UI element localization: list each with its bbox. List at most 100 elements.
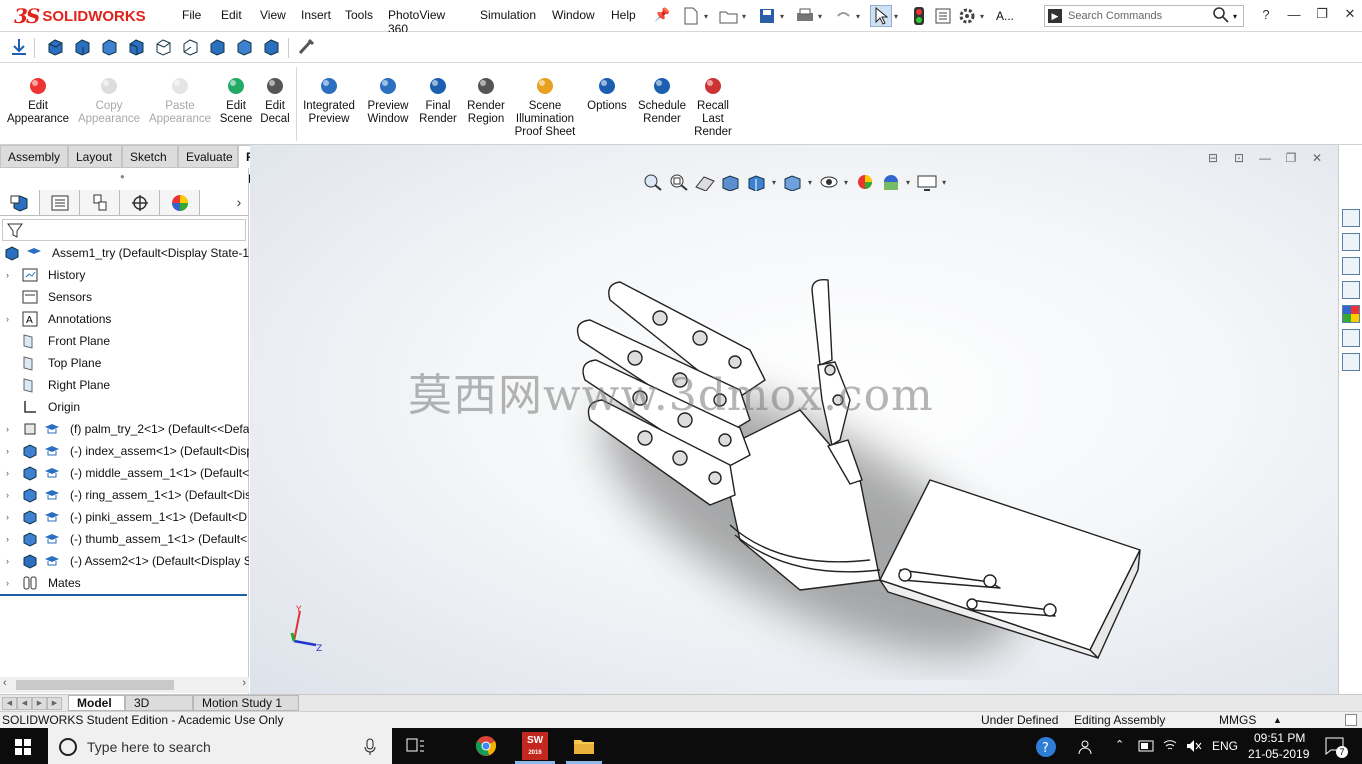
search-icon[interactable] [1213,6,1233,26]
taskbar-search[interactable]: Type here to search [48,728,392,764]
viewport-minimize-icon[interactable]: — [1252,151,1278,165]
zoom-to-area-icon[interactable] [668,173,690,191]
panel-grip-icon[interactable]: ● [120,172,125,181]
print-dropdown-icon[interactable]: ▾ [818,12,826,21]
graphics-area[interactable]: ⊟ ⊡ — ❐ ✕ ▾ ▾ ▾ ▾ ▾ 莫西网www.3dmox.com Y Z [250,145,1338,694]
volume-muted-icon[interactable] [1186,739,1202,753]
language-indicator[interactable]: ENG [1212,739,1238,753]
insert-component-icon[interactable] [10,38,28,56]
apply-scene-dropdown-icon[interactable]: ▾ [906,178,910,187]
scroll-left-icon[interactable]: ‹ [3,677,7,689]
display-style-icon[interactable] [782,173,804,191]
tree-node[interactable]: › (f) palm_try_2<1> (Default<<Defa [0,418,249,440]
edit-appearance-view-icon[interactable] [854,173,876,191]
tree-node[interactable]: › (-) ring_assem_1<1> (Default<Dis [0,484,249,506]
feature-manager-tab-icon[interactable] [0,190,40,215]
cube-view-dimetric-icon[interactable] [262,38,280,56]
display-manager-tab-icon[interactable] [160,190,200,215]
recall-last-render-button[interactable]: Recall Last Render [679,75,747,139]
horizontal-scrollbar[interactable]: ‹ › [0,677,249,693]
menu-simulation[interactable]: Simulation [473,8,543,22]
search-dropdown-icon[interactable]: ▾ [1233,12,1243,21]
tree-node[interactable]: › (-) pinki_assem_1<1> (Default<D [0,506,249,528]
expand-chevron-icon[interactable]: › [6,550,9,572]
view-orientation-dropdown-icon[interactable]: ▾ [772,178,776,187]
cube-view-iso-icon[interactable] [208,38,226,56]
tree-node[interactable]: Top Plane [0,352,249,374]
cube-view-left-icon[interactable] [100,38,118,56]
pin-icon[interactable]: 📌 [654,7,670,23]
zoom-to-fit-icon[interactable] [642,173,664,191]
rollback-bar[interactable] [0,594,247,596]
taskbar-search-input[interactable]: Type here to search [87,739,211,755]
options-gear-icon[interactable] [956,5,978,27]
solidworks-logo[interactable]: 3S SOLIDWORKS [14,4,146,28]
appearances-icon[interactable] [1342,305,1360,323]
people-icon[interactable] [1078,738,1096,756]
options-dropdown-icon[interactable]: ▾ [980,12,988,21]
new-dropdown-icon[interactable]: ▾ [704,12,712,21]
previous-view-icon[interactable] [694,173,716,191]
view-orientation-icon[interactable] [746,173,768,191]
help-taskbar-icon[interactable]: ? [1035,736,1057,758]
tree-node[interactable]: › (-) Assem2<1> (Default<Display State [0,550,249,572]
next-tab-icon[interactable]: ▶ [32,697,47,710]
render-region-button[interactable]: Render Region [452,75,520,126]
file-properties-icon[interactable] [932,5,954,27]
tree-filter[interactable] [2,219,246,241]
rebuild-icon[interactable] [908,5,930,27]
resize-grip-icon[interactable] [1345,714,1357,726]
wifi-icon[interactable] [1162,738,1178,752]
microphone-icon[interactable] [364,738,376,756]
expand-chevron-icon[interactable]: › [6,308,9,330]
hand-assembly-model[interactable] [550,270,1150,680]
expand-chevron-icon[interactable]: › [6,462,9,484]
expand-chevron-icon[interactable]: › [6,418,9,440]
tree-node[interactable]: › Mates [0,572,249,594]
next-doc-icon[interactable]: ⊡ [1226,151,1252,165]
apply-scene-icon[interactable] [880,173,902,191]
menu-edit[interactable]: Edit [214,8,249,22]
tab-layout[interactable]: Layout [68,145,122,168]
menu-insert[interactable]: Insert [294,8,338,22]
scene-illumination-button[interactable]: Scene Illumination Proof Sheet [511,75,579,139]
expand-chevron-icon[interactable]: › [6,484,9,506]
menu-view[interactable]: View [253,8,293,22]
print-icon[interactable] [794,5,816,27]
prev-tab-icon[interactable]: ◀ [17,697,32,710]
tree-node[interactable]: › History [0,264,249,286]
tree-node[interactable]: › A Annotations [0,308,249,330]
cube-view-front-icon[interactable] [46,38,64,56]
menu-file[interactable]: File [175,8,208,22]
clock-date[interactable]: 21-05-2019 [1248,747,1309,761]
measure-icon[interactable] [297,38,315,56]
first-tab-icon[interactable]: ◀ [2,697,17,710]
bottom-tab-model[interactable]: Model [68,695,125,711]
restore-button[interactable]: ❐ [1308,6,1336,22]
edit-appearance-button[interactable]: Edit Appearance [4,75,72,126]
filter-icon[interactable] [6,221,26,241]
show-hidden-icons[interactable]: ⌃ [1115,738,1124,751]
forum-icon[interactable] [1342,353,1360,371]
chevron-right-icon[interactable]: › [229,190,249,215]
section-view-icon[interactable] [720,173,742,191]
battery-icon[interactable] [1138,740,1156,752]
minimize-button[interactable]: — [1280,7,1308,22]
display-style-dropdown-icon[interactable]: ▾ [808,178,812,187]
save-dropdown-icon[interactable]: ▾ [780,12,788,21]
tab-assembly[interactable]: Assembly [0,145,68,168]
tab-sketch[interactable]: Sketch [122,145,178,168]
units-up-icon[interactable]: ▲ [1273,712,1282,728]
file-explorer-icon[interactable] [1342,257,1360,275]
task-view-icon[interactable] [406,738,426,754]
solidworks-taskbar-icon[interactable]: SW 2016 [522,732,548,760]
menu-tools[interactable]: Tools [338,8,380,22]
select-icon[interactable] [870,5,892,27]
cube-view-bottom-icon[interactable] [181,38,199,56]
integrated-preview-button[interactable]: Integrated Preview [295,75,363,126]
viewport-restore-icon[interactable]: ❐ [1278,151,1304,165]
tree-node[interactable]: Sensors [0,286,249,308]
bottom-tab-motion-study-1[interactable]: Motion Study 1 [193,695,299,711]
open-folder-icon[interactable] [718,5,740,27]
tab-evaluate[interactable]: Evaluate [178,145,238,168]
